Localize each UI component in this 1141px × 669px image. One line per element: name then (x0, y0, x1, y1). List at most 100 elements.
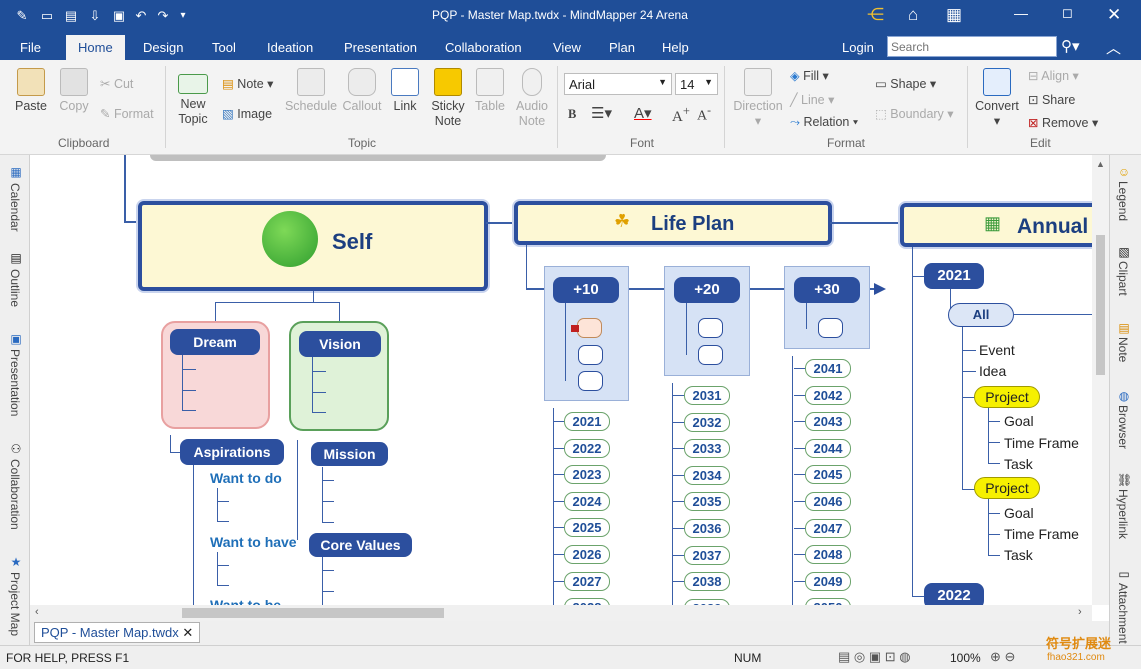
empty-topic[interactable] (698, 345, 723, 365)
panel-tab-project-map[interactable]: Project Map (8, 572, 22, 636)
remove-button[interactable]: ⊠ Remove ▾ (1028, 115, 1098, 130)
tab-design[interactable]: Design (143, 40, 183, 55)
mindmap-canvas[interactable]: Self ☘ Life Plan ▦ Annual Dream Vision A… (30, 155, 1092, 605)
zoom-controls-icon[interactable]: ⊕ ⊖ (990, 649, 1015, 665)
year-topic[interactable]: 2045 (805, 465, 851, 485)
topic-annual[interactable]: ▦ Annual (900, 203, 1092, 247)
vertical-scroll-thumb[interactable] (1096, 235, 1105, 375)
topic-plus-30[interactable]: +30 (794, 277, 860, 303)
year-topic[interactable]: 2025 (564, 518, 610, 538)
shrink-font-icon[interactable]: A- (697, 104, 711, 125)
year-topic[interactable]: 2043 (805, 412, 851, 432)
maximize-button[interactable]: ◻ (1062, 5, 1073, 21)
empty-topic[interactable] (578, 371, 603, 391)
scroll-left-icon[interactable]: ‹ (35, 606, 39, 618)
year-topic[interactable]: 2027 (564, 571, 610, 591)
panel-tab-browser[interactable]: Browser (1116, 405, 1130, 449)
tab-view[interactable]: View (553, 40, 581, 55)
copy-button[interactable]: Copy (56, 68, 92, 114)
tab-help[interactable]: Help (662, 40, 689, 55)
new-topic-button[interactable]: New Topic (170, 68, 216, 127)
topic-task-2[interactable]: Task (1004, 547, 1033, 563)
boundary-button[interactable]: ⬚ Boundary ▾ (875, 106, 954, 121)
align-paragraph-icon[interactable]: ☰▾ (591, 104, 612, 122)
convert-button[interactable]: Convert ▾ (972, 68, 1022, 129)
fill-button[interactable]: ◈ Fill ▾ (790, 68, 829, 83)
link-button[interactable]: Link (390, 68, 420, 114)
topic-all[interactable]: All (948, 303, 1014, 327)
topic-plus-20[interactable]: +20 (674, 277, 740, 303)
year-topic[interactable]: 2048 (805, 545, 851, 565)
relation-button[interactable]: ⤳ Relation ▾ (790, 115, 858, 130)
login-link[interactable]: Login (842, 40, 874, 55)
line-button[interactable]: ╱ Line ▾ (790, 92, 834, 107)
panel-tab-outline[interactable]: Outline (8, 269, 22, 307)
export-icon[interactable]: ▣ (111, 8, 127, 24)
share-button[interactable]: ⊡ Share (1028, 92, 1075, 107)
document-tab[interactable]: PQP - Master Map.twdx ✕ (34, 622, 201, 643)
calendar-app-icon[interactable]: ▦ (946, 5, 962, 25)
topic-want-to-be[interactable]: Want to be (210, 597, 281, 605)
topic-year-2022[interactable]: 2022 (924, 583, 984, 605)
year-topic[interactable]: 2031 (684, 386, 730, 405)
panel-tab-presentation[interactable]: Presentation (8, 349, 22, 416)
topic-goal-2[interactable]: Goal (1004, 505, 1034, 521)
topic-plus-10[interactable]: +10 (553, 277, 619, 303)
topic-vision[interactable]: Vision (299, 331, 381, 357)
image-button[interactable]: ▧ Image (222, 106, 272, 121)
year-topic[interactable]: 2044 (805, 438, 851, 458)
topic-mission[interactable]: Mission (311, 442, 388, 466)
year-topic[interactable]: 2023 (564, 465, 610, 485)
panel-tab-hyperlink[interactable]: Hyperlink (1116, 489, 1130, 539)
topic-event[interactable]: Event (979, 342, 1015, 358)
grow-font-icon[interactable]: A+ (672, 104, 690, 126)
topic-year-2021[interactable]: 2021 (924, 263, 984, 289)
horizontal-scroll-thumb[interactable] (182, 608, 444, 618)
view-buttons-icon[interactable]: ▤ ◎ ▣ ⊡ ◍ (838, 649, 911, 665)
save-icon[interactable]: ⇩ (87, 8, 103, 24)
year-topic[interactable]: 2022 (564, 438, 610, 458)
panel-tab-legend[interactable]: Legend (1116, 181, 1130, 221)
tab-ideation[interactable]: Ideation (267, 40, 313, 55)
topic-dream[interactable]: Dream (170, 329, 260, 355)
empty-topic[interactable] (698, 318, 723, 338)
empty-topic[interactable] (578, 345, 603, 365)
year-topic[interactable]: 2021 (564, 412, 610, 431)
year-topic[interactable]: 2037 (684, 545, 730, 565)
panel-tab-collaboration[interactable]: Collaboration (8, 459, 22, 530)
collapse-ribbon-icon[interactable]: ︿ (1106, 37, 1121, 58)
topic-want-to-do[interactable]: Want to do (210, 470, 282, 486)
year-topic[interactable]: 2036 (684, 519, 730, 538)
audio-note-button[interactable]: Audio Note (512, 68, 552, 129)
topic-idea[interactable]: Idea (979, 363, 1006, 379)
topic-time-frame-2[interactable]: Time Frame (1004, 526, 1079, 542)
year-topic[interactable]: 2032 (684, 412, 730, 432)
scroll-right-icon[interactable]: › (1078, 606, 1082, 618)
customize-quick-access-icon[interactable]: ▾ (175, 8, 191, 24)
callout-button[interactable]: Callout (340, 68, 384, 114)
year-topic[interactable]: 2033 (684, 439, 730, 459)
topic-self[interactable]: Self (138, 201, 488, 291)
sticky-note-button[interactable]: Sticky Note (428, 68, 468, 129)
year-topic[interactable]: 2026 (564, 545, 610, 564)
year-topic[interactable]: 2035 (684, 492, 730, 512)
font-color-icon[interactable]: A▾ (634, 104, 652, 122)
font-size-select[interactable]: 14 ▼ (675, 73, 718, 95)
year-topic[interactable]: 2024 (564, 491, 610, 511)
shape-button[interactable]: ▭ Shape ▾ (875, 76, 936, 91)
schedule-button[interactable]: Schedule (284, 68, 338, 114)
direction-button[interactable]: Direction ▾ (730, 68, 786, 129)
redo-icon[interactable]: ↷ (155, 8, 171, 24)
topic-time-frame-1[interactable]: Time Frame (1004, 435, 1079, 451)
year-topic[interactable]: 2050 (805, 598, 851, 605)
year-topic[interactable]: 2049 (805, 571, 851, 591)
year-topic[interactable]: 2047 (805, 518, 851, 538)
topic-want-to-have[interactable]: Want to have (210, 534, 297, 550)
horizontal-scrollbar[interactable]: ‹ › (30, 605, 1092, 621)
close-button[interactable]: ✕ (1107, 5, 1121, 25)
scroll-up-icon[interactable]: ▲ (1096, 159, 1105, 169)
home-icon[interactable]: ⌂ (908, 5, 918, 25)
year-topic[interactable]: 2034 (684, 465, 730, 485)
selected-empty-topic[interactable] (577, 318, 602, 338)
empty-topic[interactable] (818, 318, 843, 338)
